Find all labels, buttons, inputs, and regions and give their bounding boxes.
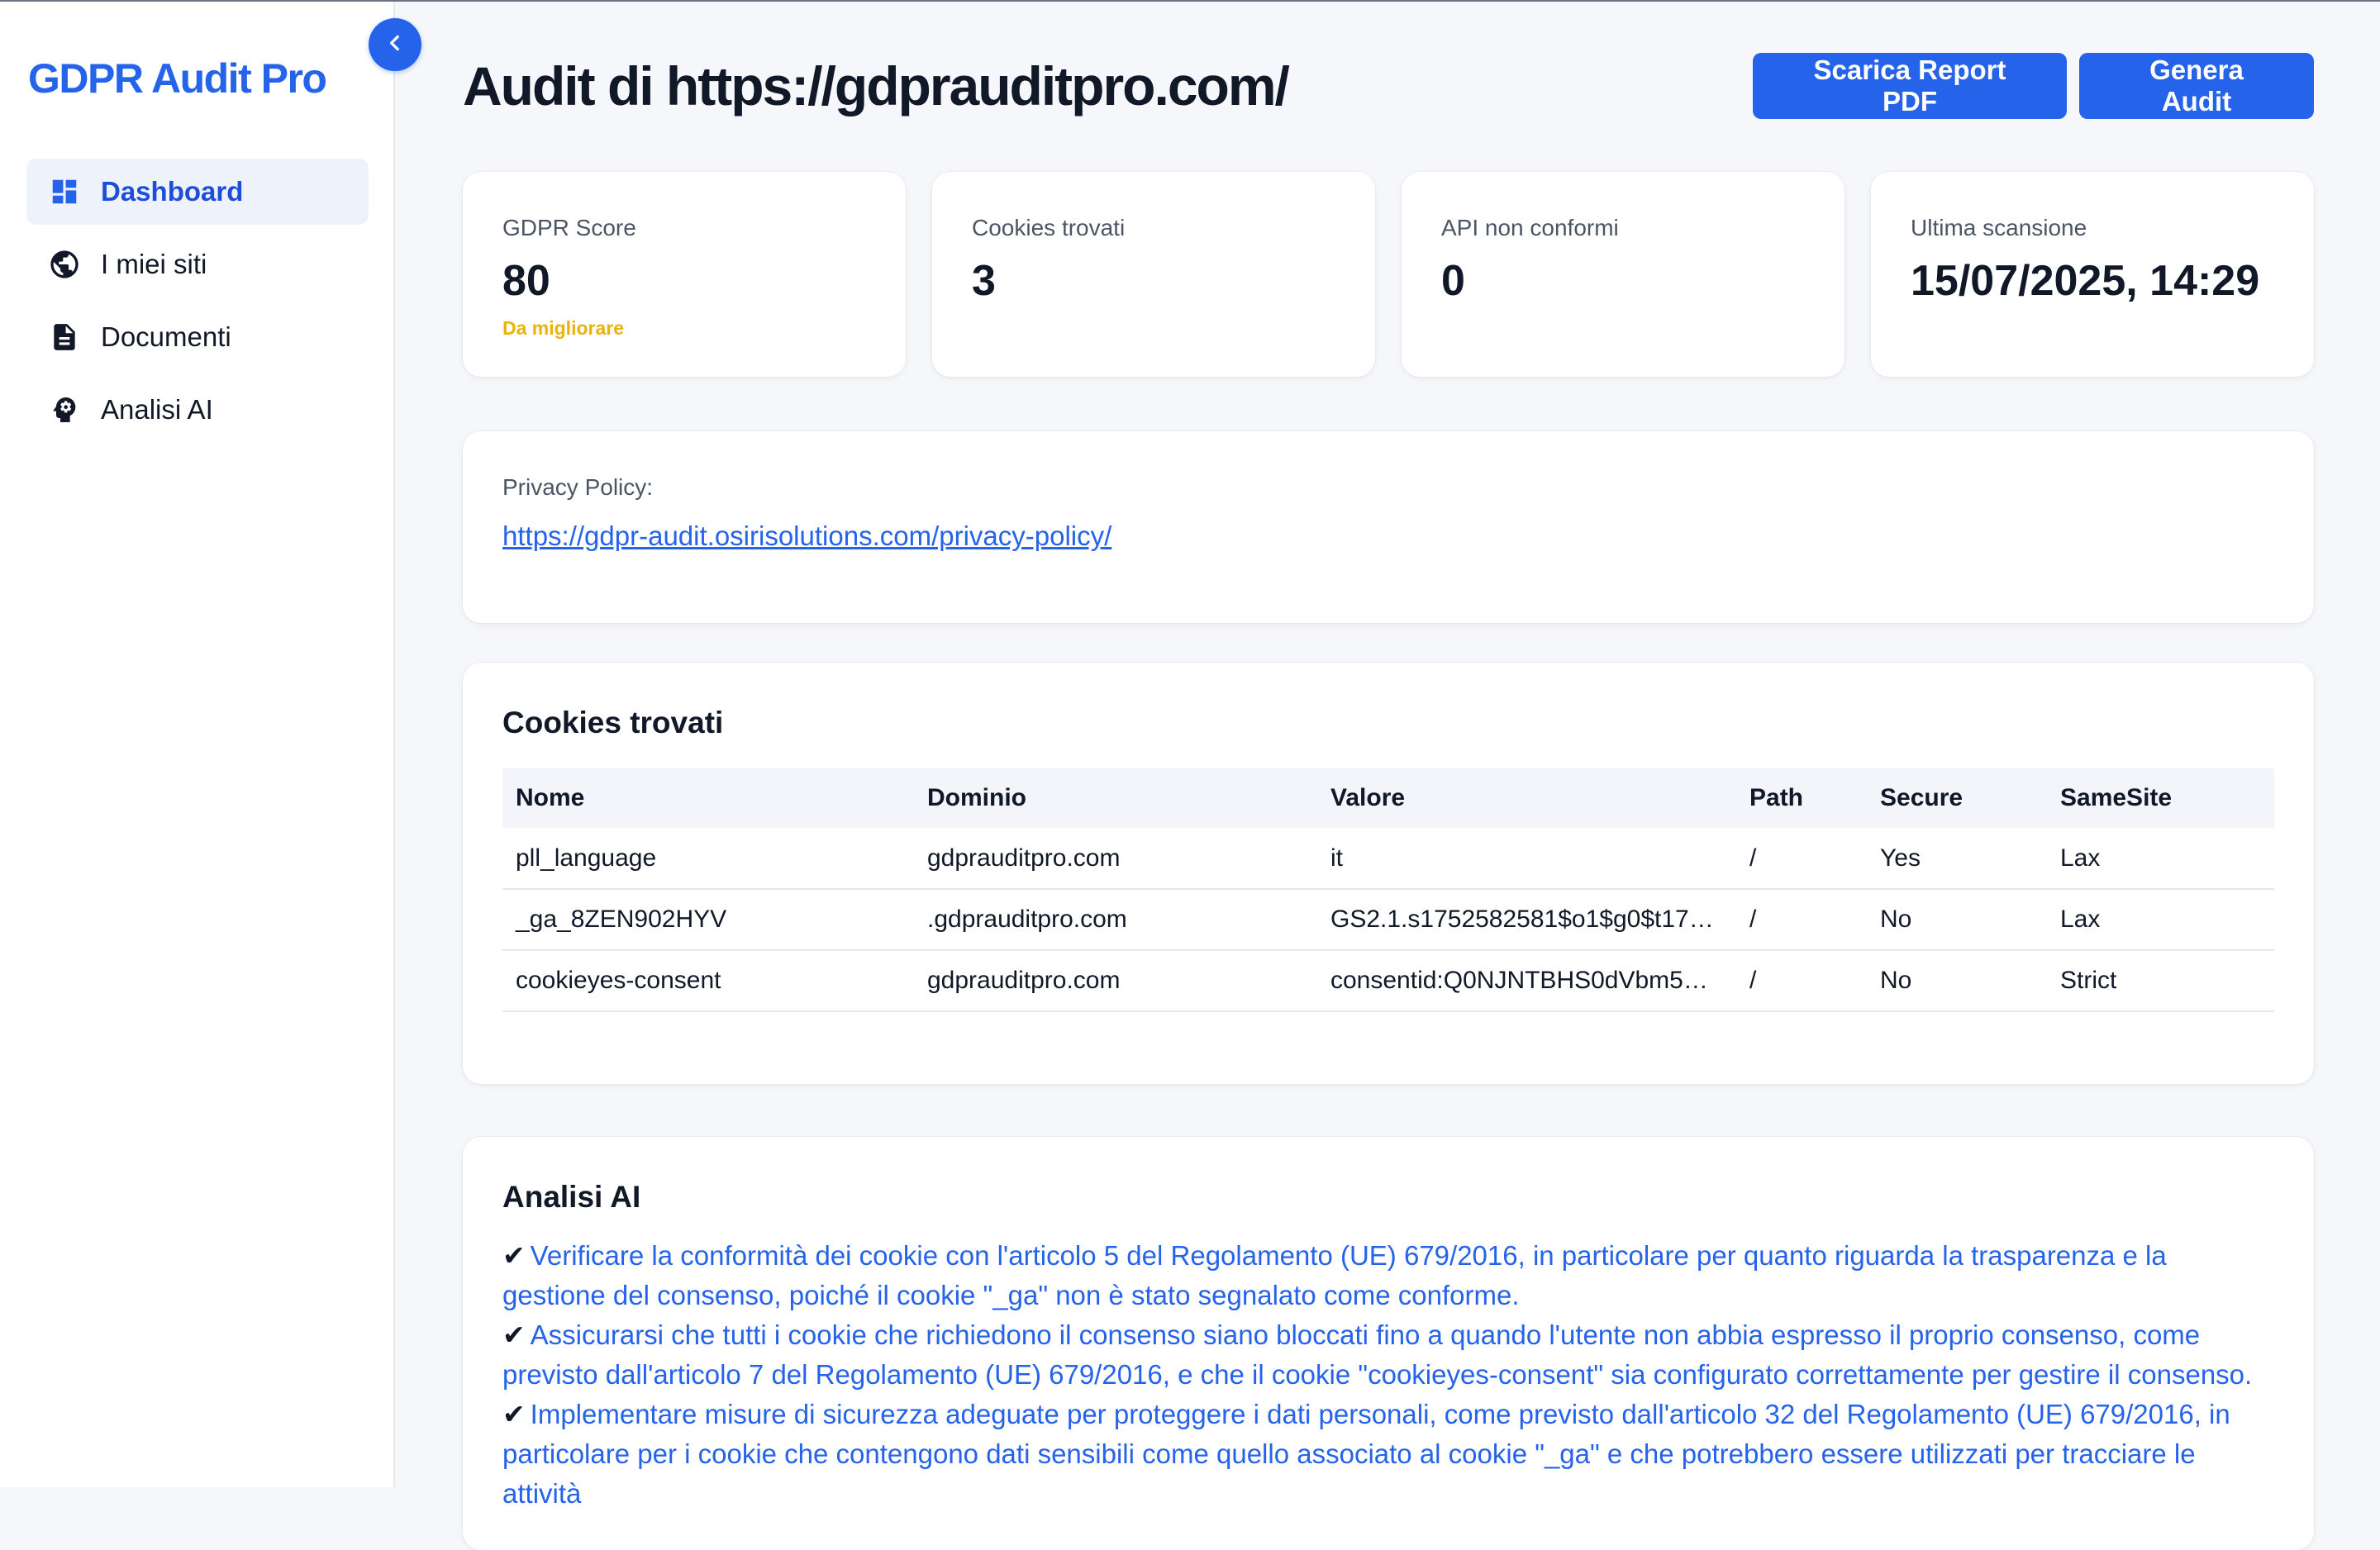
sidebar-item-documents[interactable]: Documenti	[26, 304, 369, 370]
list-item: ✔ Verificare la conformità dei cookie con…	[502, 1236, 2274, 1315]
sidebar-item-ai-analysis[interactable]: Analisi AI	[26, 377, 369, 443]
table-row: cookieyes-consent gdprauditpro.com conse…	[502, 950, 2274, 1012]
column-header: Nome	[516, 784, 585, 811]
column-header: Secure	[1880, 784, 1963, 811]
table-cell: No	[1867, 950, 2047, 1012]
table-row: _ga_8ZEN902HYV .gdprauditpro.com GS2.1.s…	[502, 889, 2274, 951]
stat-label: GDPR Score	[502, 215, 636, 240]
page-title: Audit di https://gdprauditpro.com/	[463, 55, 1290, 116]
stat-value: 3	[972, 257, 996, 305]
table-cell: /	[1736, 950, 1867, 1012]
table-cell: _ga_8ZEN902HYV	[502, 889, 914, 951]
column-header: SameSite	[2060, 784, 2173, 811]
column-header: Valore	[1330, 784, 1406, 811]
table-cell: Lax	[2047, 828, 2274, 890]
table-row: pll_language gdprauditpro.com it / Yes L…	[502, 828, 2274, 890]
table-cell: pll_language	[502, 828, 914, 890]
cookies-table: Nome Dominio Valore Path Secure SameSite…	[502, 768, 2274, 1012]
table-cell: GS2.1.s1752582581$o1$g0$t1752…	[1317, 889, 1736, 951]
sidebar-nav: Dashboard I miei siti Documenti Analisi …	[26, 159, 369, 449]
table-cell: .gdprauditpro.com	[914, 889, 1317, 951]
chevron-left-icon	[384, 32, 406, 58]
ai-brain-icon	[48, 393, 81, 426]
table-cell: it	[1317, 828, 1736, 890]
table-cell: cookieyes-consent	[502, 950, 914, 1012]
collapse-sidebar-button[interactable]	[369, 18, 421, 71]
recommendation-text: Verificare la conformità dei cookie con …	[502, 1240, 2167, 1310]
table-cell: Yes	[1867, 828, 2047, 890]
table-cell: /	[1736, 828, 1867, 890]
globe-icon	[48, 248, 81, 281]
stat-card-gdpr-score: GDPR Score 80 Da migliorare	[463, 172, 906, 377]
ai-recommendations-list: ✔ Verificare la conformità dei cookie con…	[502, 1236, 2274, 1514]
column-header: Dominio	[927, 784, 1026, 811]
score-status-badge: Da migliorare	[502, 317, 624, 339]
sidebar-item-label: Dashboard	[101, 176, 244, 207]
table-cell: gdprauditpro.com	[914, 950, 1317, 1012]
sidebar-item-dashboard[interactable]: Dashboard	[26, 159, 369, 225]
document-icon	[48, 321, 81, 354]
table-cell: Lax	[2047, 889, 2274, 951]
list-item: ✔ Assicurarsi che tutti i cookie che rich…	[502, 1315, 2274, 1395]
stat-value: 80	[502, 257, 550, 305]
generate-audit-button[interactable]: Genera Audit	[2079, 53, 2314, 119]
stat-label: API non conformi	[1441, 215, 1619, 240]
cookies-card: Cookies trovati Nome Dominio Valore Path…	[463, 663, 2314, 1084]
table-cell: Strict	[2047, 950, 2274, 1012]
sidebar-item-label: Analisi AI	[101, 394, 213, 425]
ai-section-title: Analisi AI	[502, 1180, 641, 1214]
privacy-policy-label: Privacy Policy:	[502, 474, 654, 500]
table-header-row: Nome Dominio Valore Path Secure SameSite	[502, 768, 2274, 828]
table-cell: No	[1867, 889, 2047, 951]
stat-card-cookies: Cookies trovati 3	[932, 172, 1375, 377]
checkmark-icon: ✔	[502, 1399, 526, 1429]
sidebar: GDPR Audit Pro Dashboard I miei siti Doc…	[0, 2, 395, 1487]
brand-logo[interactable]: GDPR Audit Pro	[28, 55, 327, 102]
checkmark-icon: ✔	[502, 1240, 526, 1271]
checkmark-icon: ✔	[502, 1319, 526, 1350]
stat-value: 0	[1441, 257, 1465, 305]
list-item: ✔ Implementare misure di sicurezza adegua…	[502, 1395, 2274, 1514]
table-cell: consentid:Q0NJNTBHS0dVbm5…	[1317, 950, 1736, 1012]
sidebar-item-sites[interactable]: I miei siti	[26, 231, 369, 297]
sidebar-item-label: I miei siti	[101, 249, 207, 279]
column-header: Path	[1749, 784, 1804, 811]
dashboard-icon	[48, 175, 81, 208]
stat-label: Ultima scansione	[1911, 215, 2087, 240]
recommendation-text: Assicurarsi che tutti i cookie che richi…	[502, 1319, 2253, 1390]
table-cell: /	[1736, 889, 1867, 951]
stat-label: Cookies trovati	[972, 215, 1126, 240]
stat-card-api: API non conformi 0	[1402, 172, 1844, 377]
table-cell: gdprauditpro.com	[914, 828, 1317, 890]
stat-value: 15/07/2025, 14:29	[1911, 257, 2260, 305]
download-pdf-button[interactable]: Scarica Report PDF	[1753, 53, 2067, 119]
recommendation-text: Implementare misure di sicurezza adeguat…	[502, 1399, 2230, 1509]
ai-analysis-card: Analisi AI ✔ Verificare la conformità dei…	[463, 1137, 2314, 1550]
sidebar-item-label: Documenti	[101, 321, 231, 352]
privacy-policy-link[interactable]: https://gdpr-audit.osirisolutions.com/pr…	[502, 521, 1111, 552]
stat-card-last-scan: Ultima scansione 15/07/2025, 14:29	[1871, 172, 2314, 377]
cookies-section-title: Cookies trovati	[502, 706, 724, 739]
privacy-policy-card: Privacy Policy: https://gdpr-audit.osiri…	[463, 431, 2314, 623]
